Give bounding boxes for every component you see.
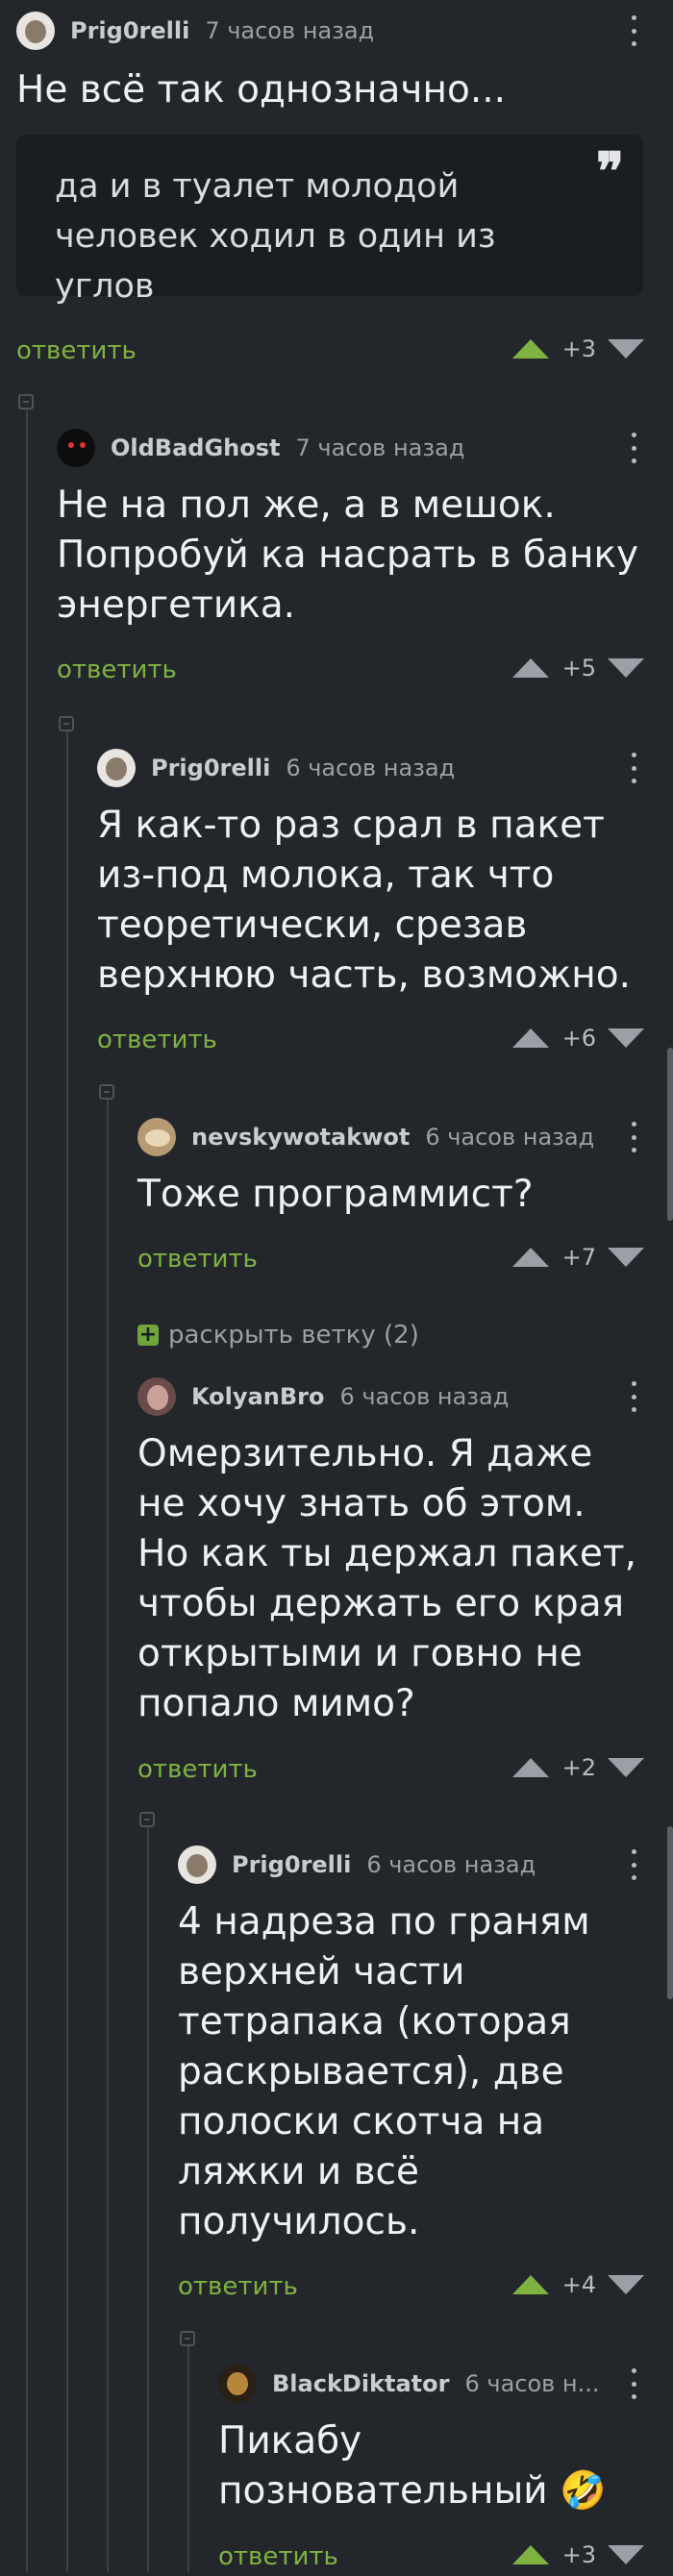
score: +3	[561, 2541, 596, 2568]
timestamp: 6 часов н...	[464, 2370, 600, 2397]
more-options-icon[interactable]	[631, 15, 636, 46]
score: +5	[561, 655, 596, 681]
reply-button[interactable]: ответить	[137, 1750, 258, 1789]
comment: OldBadGhost 7 часов назад Не на пол же, …	[57, 425, 673, 631]
timestamp: 6 часов назад	[366, 1851, 536, 1878]
comment-title: Не всё так однозначно...	[16, 68, 507, 111]
plus-icon: +	[137, 1323, 159, 1347]
score: +7	[561, 1244, 596, 1271]
quote-icon: ❞	[595, 140, 624, 202]
author-name[interactable]: nevskywotakwot	[191, 1124, 410, 1151]
more-options-icon[interactable]	[631, 2368, 636, 2399]
upvote-icon[interactable]	[511, 2275, 549, 2294]
downvote-icon[interactable]	[608, 1758, 644, 1777]
more-options-icon[interactable]	[631, 433, 636, 463]
upvote-icon[interactable]	[511, 658, 549, 678]
upvote-icon[interactable]	[511, 1248, 549, 1267]
upvote-icon[interactable]	[511, 339, 549, 359]
avatar[interactable]	[218, 2365, 257, 2403]
avatar[interactable]	[137, 1118, 176, 1156]
thread-line	[147, 1826, 149, 2572]
comment: Prig0relli 6 часов назад Я как-то раз ср…	[97, 745, 673, 1001]
comment-actions: ответить +3	[16, 332, 673, 370]
upvote-icon[interactable]	[511, 2545, 549, 2564]
comment-actions: ответить +4	[178, 2267, 673, 2306]
collapse-toggle[interactable]	[18, 394, 34, 409]
comment-actions: ответить +5	[57, 651, 673, 689]
comment-text: Не на пол же, а в мешок. Попробуй ка нас…	[57, 483, 639, 627]
score: +6	[561, 1025, 596, 1052]
comment-text: Я как-то раз срал в пакет из-под молока,…	[97, 804, 632, 997]
author-name[interactable]: OldBadGhost	[111, 434, 281, 461]
comment-actions: ответить +3	[218, 2538, 673, 2576]
author-name[interactable]: BlackDiktator	[272, 2370, 449, 2397]
expand-thread-button[interactable]: + раскрыть ветку (2)	[137, 1321, 419, 1350]
comment-text: Тоже программист?	[137, 1173, 534, 1216]
thread-line	[26, 409, 28, 2572]
avatar[interactable]	[178, 1845, 216, 1884]
expand-thread-label: раскрыть ветку (2)	[168, 1321, 419, 1350]
timestamp: 7 часов назад	[205, 17, 375, 44]
comment: nevskywotakwot 6 часов назад Тоже програ…	[137, 1114, 673, 1220]
avatar[interactable]	[57, 429, 95, 467]
author-name[interactable]: Prig0relli	[151, 755, 270, 781]
score: +3	[561, 335, 596, 362]
thread-line	[187, 2345, 189, 2572]
upvote-icon[interactable]	[511, 1028, 549, 1048]
collapse-toggle[interactable]	[139, 1812, 155, 1827]
reply-button[interactable]: ответить	[57, 651, 177, 689]
upvote-icon[interactable]	[511, 1758, 549, 1777]
reply-button[interactable]: ответить	[137, 1240, 258, 1278]
downvote-icon[interactable]	[608, 1028, 644, 1048]
more-options-icon[interactable]	[631, 1381, 636, 1412]
thread-line	[66, 731, 68, 2572]
reply-button[interactable]: ответить	[16, 332, 137, 370]
comment-text: 4 надреза по граням верхней части тетрап…	[178, 1900, 590, 2243]
timestamp: 6 часов назад	[425, 1124, 595, 1151]
downvote-icon[interactable]	[608, 658, 644, 678]
avatar[interactable]	[16, 12, 55, 50]
quote-block: да и в туалет молодой человек ходил в од…	[16, 135, 643, 306]
timestamp: 6 часов назад	[339, 1383, 510, 1410]
timestamp: 7 часов назад	[295, 434, 465, 461]
more-options-icon[interactable]	[631, 753, 636, 783]
comment-actions: ответить +6	[97, 1021, 673, 1059]
author-name[interactable]: KolyanBro	[191, 1383, 324, 1410]
downvote-icon[interactable]	[608, 1248, 644, 1267]
reply-button[interactable]: ответить	[178, 2267, 298, 2306]
author-name[interactable]: Prig0relli	[232, 1851, 351, 1878]
more-options-icon[interactable]	[631, 1122, 636, 1152]
collapse-toggle[interactable]	[59, 716, 74, 731]
author-name[interactable]: Prig0relli	[70, 17, 189, 44]
score: +4	[561, 2271, 596, 2298]
comment-text: Омерзительно. Я даже не хочу знать об эт…	[137, 1432, 637, 1725]
reply-button[interactable]: ответить	[218, 2538, 338, 2576]
score: +2	[561, 1754, 596, 1781]
comment-actions: ответить +7	[137, 1240, 673, 1278]
more-options-icon[interactable]	[631, 1849, 636, 1880]
collapse-toggle[interactable]	[180, 2331, 195, 2346]
reply-button[interactable]: ответить	[97, 1021, 217, 1059]
collapse-toggle[interactable]	[99, 1084, 114, 1100]
comment-text: Пикабу позновательный 🤣	[218, 2419, 607, 2513]
comment: KolyanBro 6 часов назад Омерзительно. Я …	[137, 1374, 673, 1729]
avatar[interactable]	[137, 1377, 176, 1416]
quote-text: да и в туалет молодой человек ходил в од…	[55, 167, 496, 306]
downvote-icon[interactable]	[608, 339, 644, 359]
downvote-icon[interactable]	[608, 2545, 644, 2564]
avatar[interactable]	[97, 749, 136, 787]
timestamp: 6 часов назад	[286, 755, 456, 781]
thread-line	[107, 1099, 109, 2572]
comment-actions: ответить +2	[137, 1750, 673, 1789]
downvote-icon[interactable]	[608, 2275, 644, 2294]
comment: BlackDiktator 6 часов н... Пикабу познов…	[218, 2361, 673, 2516]
comment: Prig0relli 6 часов назад 4 надреза по гр…	[178, 1842, 673, 2247]
